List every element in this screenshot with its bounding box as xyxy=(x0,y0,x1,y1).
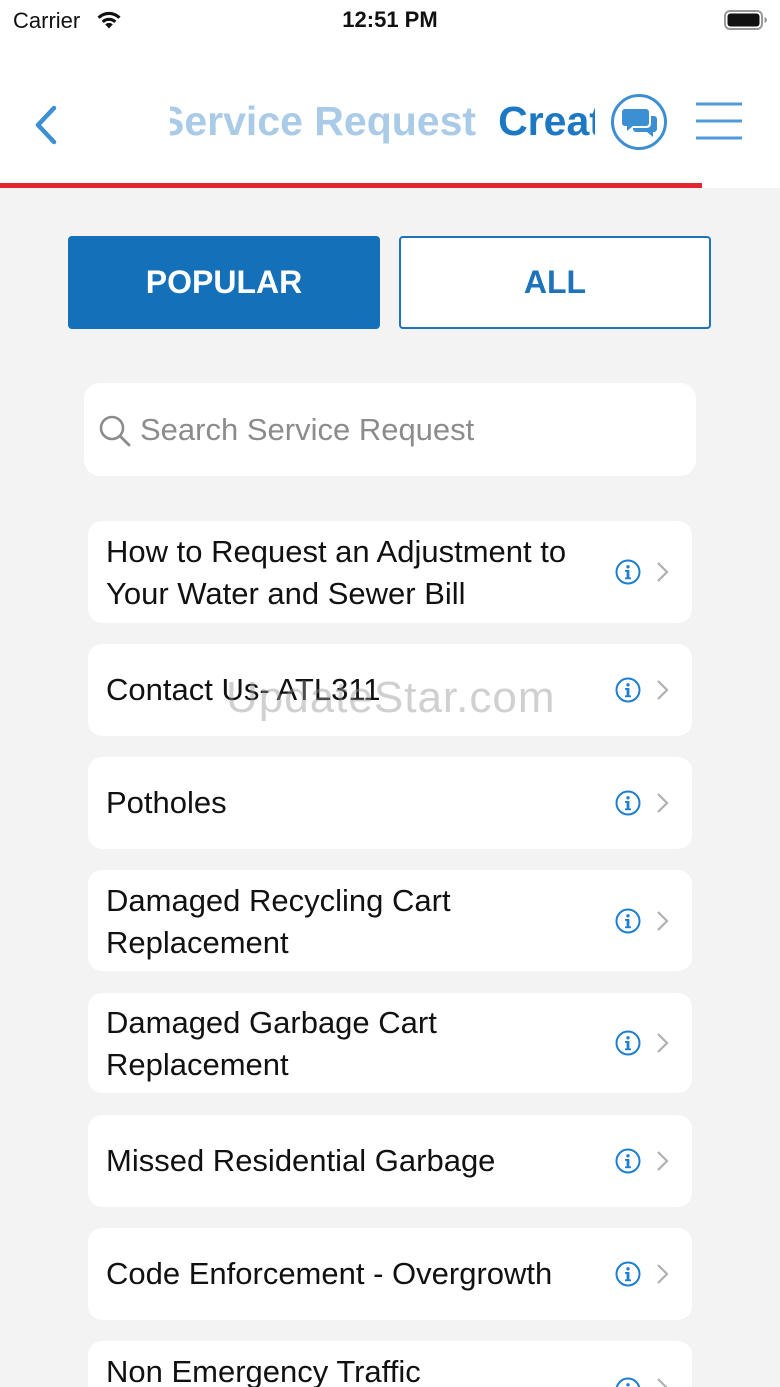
info-icon[interactable] xyxy=(615,1261,641,1287)
chevron-right-icon xyxy=(657,911,669,931)
back-button[interactable] xyxy=(26,100,70,150)
nav-header: Create Service Request Create Service Re… xyxy=(0,40,780,188)
list-item[interactable]: Missed Residential Garbage xyxy=(88,1115,692,1207)
info-icon[interactable] xyxy=(615,1148,641,1174)
list-item[interactable]: Damaged Garbage Cart Replacement xyxy=(88,993,692,1093)
screen: Carrier 12:51 PM Create Service Request … xyxy=(0,0,780,1387)
menu-button[interactable] xyxy=(694,100,744,144)
chevron-right-icon xyxy=(657,1378,668,1387)
page-title-ghost: Create Service Request xyxy=(170,98,477,144)
list-item-label: Potholes xyxy=(106,785,227,820)
chat-button[interactable] xyxy=(609,92,669,152)
battery-icon xyxy=(724,10,767,30)
info-icon[interactable] xyxy=(615,1030,641,1056)
chevron-right-icon xyxy=(657,1264,669,1284)
search-icon xyxy=(99,415,131,447)
tab-all[interactable]: ALL xyxy=(399,236,711,329)
list-item[interactable]: Damaged Recycling Cart Replacement xyxy=(88,870,692,971)
list-item[interactable]: Contact Us- ATL311 xyxy=(88,644,692,736)
page-title-text: Create Service Request xyxy=(498,98,595,144)
tab-popular[interactable]: POPULAR xyxy=(68,236,380,329)
status-bar: Carrier 12:51 PM xyxy=(0,0,780,40)
list-item[interactable]: How to Request an Adjustment to Your Wat… xyxy=(88,521,692,623)
header-progress-bar xyxy=(0,183,702,188)
info-icon[interactable] xyxy=(615,559,641,585)
chevron-right-icon xyxy=(657,680,669,700)
list-item-label: Missed Residential Garbage xyxy=(106,1143,496,1178)
list-item-label: Damaged Recycling Cart Replacement xyxy=(106,883,451,960)
info-icon[interactable] xyxy=(615,790,641,816)
list-item-label: Code Enforcement - Overgrowth xyxy=(106,1256,553,1291)
chevron-right-icon xyxy=(657,1151,669,1171)
page-title: Create Service Request Create Service Re… xyxy=(170,90,595,160)
list-item-label: Contact Us- ATL311 xyxy=(106,672,381,707)
list-item[interactable]: Code Enforcement - Overgrowth xyxy=(88,1228,692,1320)
status-time: 12:51 PM xyxy=(342,7,438,32)
list-item-label: Non Emergency Traffic xyxy=(106,1354,421,1387)
chevron-right-icon xyxy=(657,562,669,582)
info-icon[interactable] xyxy=(615,908,641,934)
search-input[interactable] xyxy=(140,405,680,455)
info-icon[interactable] xyxy=(615,677,641,703)
list-item-label: Damaged Garbage Cart Replacement xyxy=(106,1005,437,1082)
chevron-right-icon xyxy=(657,793,669,813)
info-icon[interactable] xyxy=(615,1377,641,1387)
list-item[interactable]: Potholes xyxy=(88,757,692,849)
list-item[interactable]: Non Emergency Traffic xyxy=(88,1341,692,1387)
list-item-label: How to Request an Adjustment to Your Wat… xyxy=(106,534,567,611)
chevron-right-icon xyxy=(657,1033,669,1053)
search-box[interactable] xyxy=(84,383,696,476)
